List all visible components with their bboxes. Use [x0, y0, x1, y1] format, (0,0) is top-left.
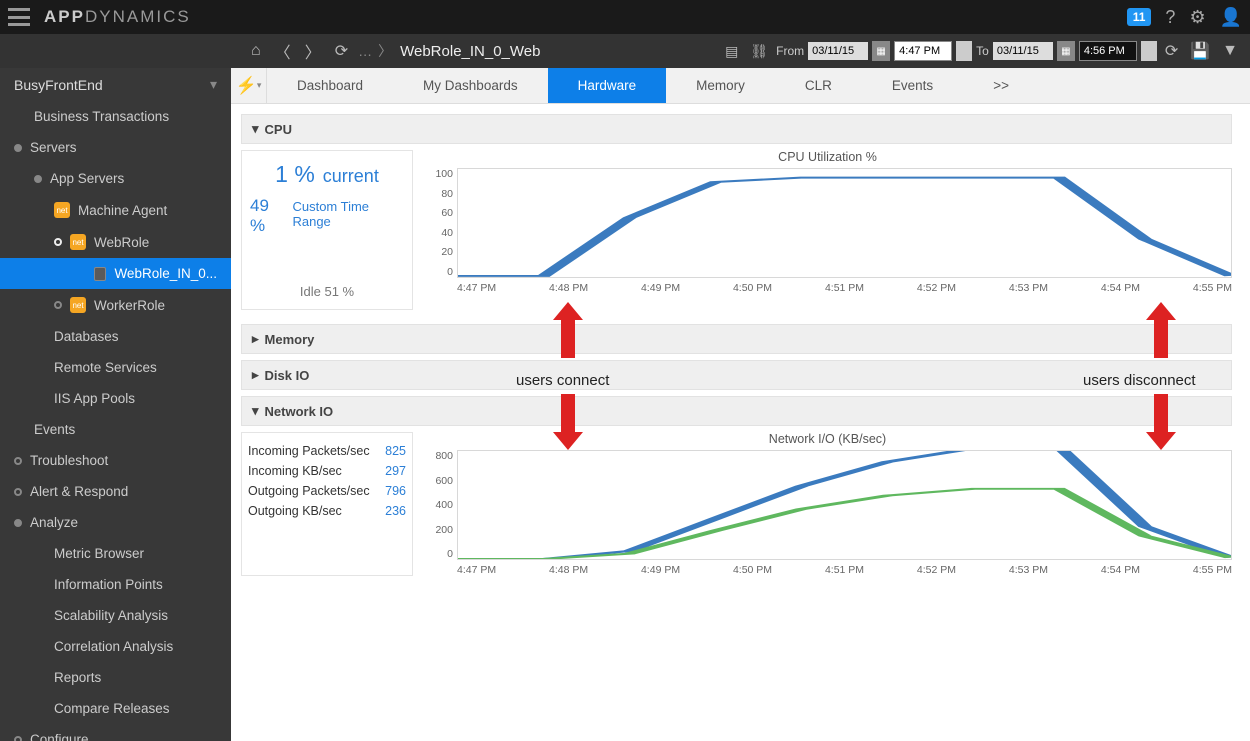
sidebar-item-analyze[interactable]: Analyze — [0, 507, 231, 538]
panel-header-disk[interactable]: ▸Disk IO — [241, 360, 1232, 390]
chevron-down-icon: ▾ — [252, 121, 259, 137]
sidebar-item-events[interactable]: Events — [0, 414, 231, 445]
breadcrumb-ellipsis: … — [358, 43, 372, 59]
tab-dashboard[interactable]: Dashboard — [267, 68, 393, 103]
panel-header-memory[interactable]: ▸Memory — [241, 324, 1232, 354]
tab-memory[interactable]: Memory — [666, 68, 775, 103]
back-icon[interactable]: 〈 — [271, 39, 295, 63]
tab-more[interactable]: >> — [963, 68, 1039, 103]
tab-bar: ⚡▾ Dashboard My Dashboards Hardware Memo… — [231, 68, 1250, 104]
sidebar-item-troubleshoot[interactable]: Troubleshoot — [0, 445, 231, 476]
sidebar-item-correlation-analysis[interactable]: Correlation Analysis — [0, 631, 231, 662]
panel-header-cpu[interactable]: ▾CPU — [241, 114, 1232, 144]
to-label: To — [976, 44, 989, 58]
sidebar: BusyFrontEnd▾ Business Transactions Serv… — [0, 68, 231, 741]
from-date-picker-icon[interactable]: ▦ — [872, 41, 890, 61]
sidebar-item-scalability-analysis[interactable]: Scalability Analysis — [0, 600, 231, 631]
notifications-badge[interactable]: 11 — [1127, 8, 1152, 26]
forward-icon[interactable]: 〉 — [301, 39, 325, 63]
network-chart: Network I/O (KB/sec) 8006004002000 4:47 … — [423, 432, 1232, 576]
network-metric-card: Incoming Packets/sec825 Incoming KB/sec2… — [241, 432, 413, 576]
sidebar-item-webrole-instance[interactable]: WebRole_IN_0... — [0, 258, 231, 289]
chevron-down-icon: ▾ — [252, 403, 259, 419]
sidebar-item-app-servers[interactable]: App Servers — [0, 163, 231, 194]
sidebar-item-configure[interactable]: Configure — [0, 724, 231, 741]
list-view-icon[interactable]: ▤ — [721, 43, 742, 60]
flash-icon[interactable]: ⚡▾ — [231, 68, 267, 103]
sidebar-item-iis-app-pools[interactable]: IIS App Pools — [0, 383, 231, 414]
sidebar-app-selector[interactable]: BusyFrontEnd▾ — [0, 68, 231, 101]
reload-icon[interactable]: ⟳ — [1161, 41, 1182, 61]
tab-hardware[interactable]: Hardware — [548, 68, 667, 103]
sidebar-item-remote-services[interactable]: Remote Services — [0, 352, 231, 383]
cpu-chart: CPU Utilization % 100806040200 4:47 PM4:… — [423, 150, 1232, 310]
tab-events[interactable]: Events — [862, 68, 963, 103]
sidebar-item-business-transactions[interactable]: Business Transactions — [0, 101, 231, 132]
panel-header-network[interactable]: ▾Network IO — [241, 396, 1232, 426]
to-time-input[interactable] — [1079, 41, 1137, 61]
home-icon[interactable]: ⌂ — [247, 42, 265, 60]
link-icon[interactable]: ⛓ — [746, 43, 772, 60]
cpu-metric-card: 1 %current 49 %Custom Time Range Idle 51… — [241, 150, 413, 310]
hamburger-menu[interactable] — [8, 8, 30, 26]
chevron-right-icon: ▸ — [252, 331, 259, 347]
breadcrumb-sep: 〉 — [378, 41, 392, 61]
to-date-picker-icon[interactable]: ▦ — [1057, 41, 1075, 61]
refresh-icon[interactable]: ⟳ — [331, 41, 352, 61]
sidebar-item-servers[interactable]: Servers — [0, 132, 231, 163]
user-icon[interactable]: 👤 — [1220, 7, 1242, 28]
sidebar-item-reports[interactable]: Reports — [0, 662, 231, 693]
from-time-input[interactable] — [894, 41, 952, 61]
page-title: WebRole_IN_0_Web — [400, 43, 540, 60]
tab-clr[interactable]: CLR — [775, 68, 862, 103]
logo: APPDYNAMICS — [44, 7, 191, 27]
help-icon[interactable]: ? — [1165, 7, 1175, 28]
chevron-right-icon: ▸ — [252, 367, 259, 383]
sidebar-item-machine-agent[interactable]: netMachine Agent — [0, 194, 231, 226]
from-date-input[interactable] — [808, 42, 868, 60]
to-time-dropdown[interactable]: ▼ — [1141, 41, 1157, 61]
more-icon[interactable]: ▼ — [1218, 42, 1242, 60]
settings-icon[interactable]: ⚙ — [1189, 7, 1205, 28]
sidebar-item-metric-browser[interactable]: Metric Browser — [0, 538, 231, 569]
sidebar-item-information-points[interactable]: Information Points — [0, 569, 231, 600]
sidebar-item-databases[interactable]: Databases — [0, 321, 231, 352]
save-icon[interactable]: 💾 — [1186, 41, 1214, 61]
to-date-input[interactable] — [993, 42, 1053, 60]
from-time-dropdown[interactable]: ▼ — [956, 41, 972, 61]
sidebar-item-alert-respond[interactable]: Alert & Respond — [0, 476, 231, 507]
from-label: From — [776, 44, 804, 58]
sidebar-item-webrole[interactable]: netWebRole — [0, 226, 231, 258]
sidebar-item-workerrole[interactable]: netWorkerRole — [0, 289, 231, 321]
sidebar-item-compare-releases[interactable]: Compare Releases — [0, 693, 231, 724]
tab-my-dashboards[interactable]: My Dashboards — [393, 68, 548, 103]
